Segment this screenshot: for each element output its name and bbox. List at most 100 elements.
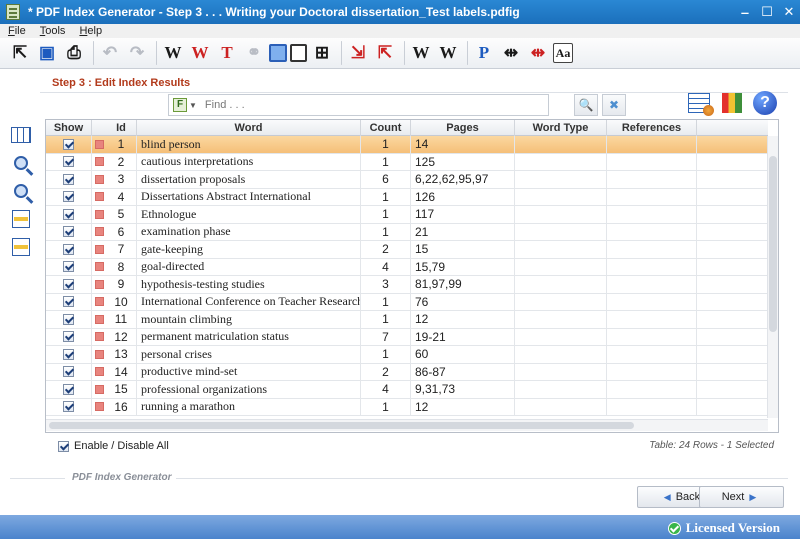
table-row[interactable]: 2 cautious interpretations 1 125 — [46, 153, 768, 171]
select-pointer-icon[interactable]: ⇱ — [8, 41, 32, 65]
pages-cell[interactable]: 125 — [411, 153, 515, 170]
references-cell[interactable] — [607, 346, 697, 363]
page-range-icon[interactable]: P — [472, 41, 496, 65]
help-button[interactable]: ? — [752, 90, 778, 116]
word-type-cell[interactable] — [515, 171, 607, 188]
redo-icon[interactable]: ↷ — [125, 41, 149, 65]
import-icon[interactable]: ⇲ — [346, 41, 370, 65]
word-cell[interactable]: Dissertations Abstract International — [137, 188, 361, 205]
references-cell[interactable] — [607, 276, 697, 293]
print-icon[interactable]: ⎙ — [62, 41, 86, 65]
word-type-cell[interactable] — [515, 223, 607, 240]
header-show[interactable]: Show — [46, 120, 92, 136]
horizontal-scroll-thumb[interactable] — [49, 422, 634, 429]
remove-row-button[interactable] — [10, 236, 32, 258]
table-row[interactable]: 16 running a marathon 1 12 — [46, 398, 768, 416]
add-word-icon[interactable]: W — [161, 41, 185, 65]
vertical-scroll-thumb[interactable] — [769, 156, 777, 332]
header-word-type[interactable]: Word Type — [515, 120, 607, 136]
show-checkbox[interactable] — [63, 278, 74, 290]
maximize-button[interactable]: ☐ — [756, 0, 778, 24]
show-checkbox[interactable] — [63, 296, 74, 308]
table-row[interactable]: 3 dissertation proposals 6 6,22,62,95,97 — [46, 171, 768, 189]
enable-all-toggle[interactable]: Enable / Disable All — [58, 440, 169, 452]
find-button[interactable]: 🔍 — [574, 94, 598, 116]
group-icon[interactable]: ⊞ — [310, 41, 334, 65]
references-cell[interactable] — [607, 136, 697, 153]
references-cell[interactable] — [607, 171, 697, 188]
word-type-cell[interactable] — [515, 136, 607, 153]
table-row[interactable]: 11 mountain climbing 1 12 — [46, 311, 768, 329]
word-cell[interactable]: permanent matriculation status — [137, 328, 361, 345]
show-checkbox[interactable] — [63, 226, 74, 238]
references-cell[interactable] — [607, 363, 697, 380]
show-checkbox[interactable] — [63, 191, 74, 203]
font-case-icon[interactable]: Aa — [553, 43, 573, 63]
word-cell[interactable]: examination phase — [137, 223, 361, 240]
show-checkbox[interactable] — [63, 243, 74, 255]
word-type-cell[interactable] — [515, 206, 607, 223]
pages-cell[interactable]: 76 — [411, 293, 515, 310]
word-cell[interactable]: gate-keeping — [137, 241, 361, 258]
pages-cell[interactable]: 86-87 — [411, 363, 515, 380]
header-word[interactable]: Word — [137, 120, 361, 136]
table-row[interactable]: 6 examination phase 1 21 — [46, 223, 768, 241]
table-row[interactable]: 9 hypothesis-testing studies 3 81,97,99 — [46, 276, 768, 294]
close-button[interactable]: ✕ — [778, 0, 800, 24]
header-references[interactable]: References — [607, 120, 697, 136]
references-cell[interactable] — [607, 398, 697, 415]
references-cell[interactable] — [607, 328, 697, 345]
word-cell[interactable]: cautious interpretations — [137, 153, 361, 170]
pages-cell[interactable]: 6,22,62,95,97 — [411, 171, 515, 188]
filter-icon[interactable]: F — [173, 98, 187, 112]
table-row[interactable]: 4 Dissertations Abstract International 1 12… — [46, 188, 768, 206]
word-cell[interactable]: blind person — [137, 136, 361, 153]
show-checkbox[interactable] — [63, 366, 74, 378]
table-row[interactable]: 15 professional organizations 4 9,31,73 — [46, 381, 768, 399]
header-pages[interactable]: Pages — [411, 120, 515, 136]
pages-cell[interactable]: 12 — [411, 398, 515, 415]
table-row[interactable]: 8 goal-directed 4 15,79 — [46, 258, 768, 276]
word-type-cell[interactable] — [515, 258, 607, 275]
horizontal-scrollbar[interactable] — [46, 419, 768, 431]
show-checkbox[interactable] — [63, 401, 74, 413]
references-cell[interactable] — [607, 293, 697, 310]
word-type-icon[interactable]: T — [215, 41, 239, 65]
word-cell[interactable]: hypothesis-testing studies — [137, 276, 361, 293]
word-type-cell[interactable] — [515, 241, 607, 258]
table-row[interactable]: 7 gate-keeping 2 15 — [46, 241, 768, 259]
menu-file[interactable]: File — [0, 25, 32, 37]
show-checkbox[interactable] — [63, 261, 74, 273]
page-format-icon[interactable]: ⇹ — [499, 41, 523, 65]
word-cell[interactable]: goal-directed — [137, 258, 361, 275]
show-checkbox[interactable] — [63, 173, 74, 185]
header-count[interactable]: Count — [361, 120, 411, 136]
select-all-icon[interactable] — [269, 44, 287, 62]
word-cell[interactable]: International Conference on Teacher Rese… — [137, 293, 361, 310]
word-cell[interactable]: personal crises — [137, 346, 361, 363]
table-view-button[interactable] — [10, 124, 32, 146]
merge-words-icon[interactable]: ⚭ — [242, 41, 266, 65]
word-cell[interactable]: dissertation proposals — [137, 171, 361, 188]
clear-search-button[interactable]: ✖ — [602, 94, 626, 116]
deselect-icon[interactable] — [290, 44, 307, 62]
vertical-scrollbar[interactable] — [767, 136, 778, 418]
show-checkbox[interactable] — [63, 348, 74, 360]
word-type-cell[interactable] — [515, 346, 607, 363]
word-type-cell[interactable] — [515, 276, 607, 293]
word-cell[interactable]: Ethnologue — [137, 206, 361, 223]
enable-all-checkbox[interactable] — [58, 440, 69, 452]
sort-asc-icon[interactable]: W — [409, 41, 433, 65]
table-row[interactable]: 14 productive mind-set 2 86-87 — [46, 363, 768, 381]
remove-word-icon[interactable]: W — [188, 41, 212, 65]
table-row[interactable]: 13 personal crises 1 60 — [46, 346, 768, 364]
pages-cell[interactable]: 117 — [411, 206, 515, 223]
pages-cell[interactable]: 14 — [411, 136, 515, 153]
pages-cell[interactable]: 15 — [411, 241, 515, 258]
table-settings-button[interactable] — [686, 90, 714, 116]
word-type-cell[interactable] — [515, 363, 607, 380]
references-cell[interactable] — [607, 241, 697, 258]
pages-cell[interactable]: 12 — [411, 311, 515, 328]
menu-help[interactable]: Help — [71, 25, 108, 37]
add-row-button[interactable] — [10, 208, 32, 230]
